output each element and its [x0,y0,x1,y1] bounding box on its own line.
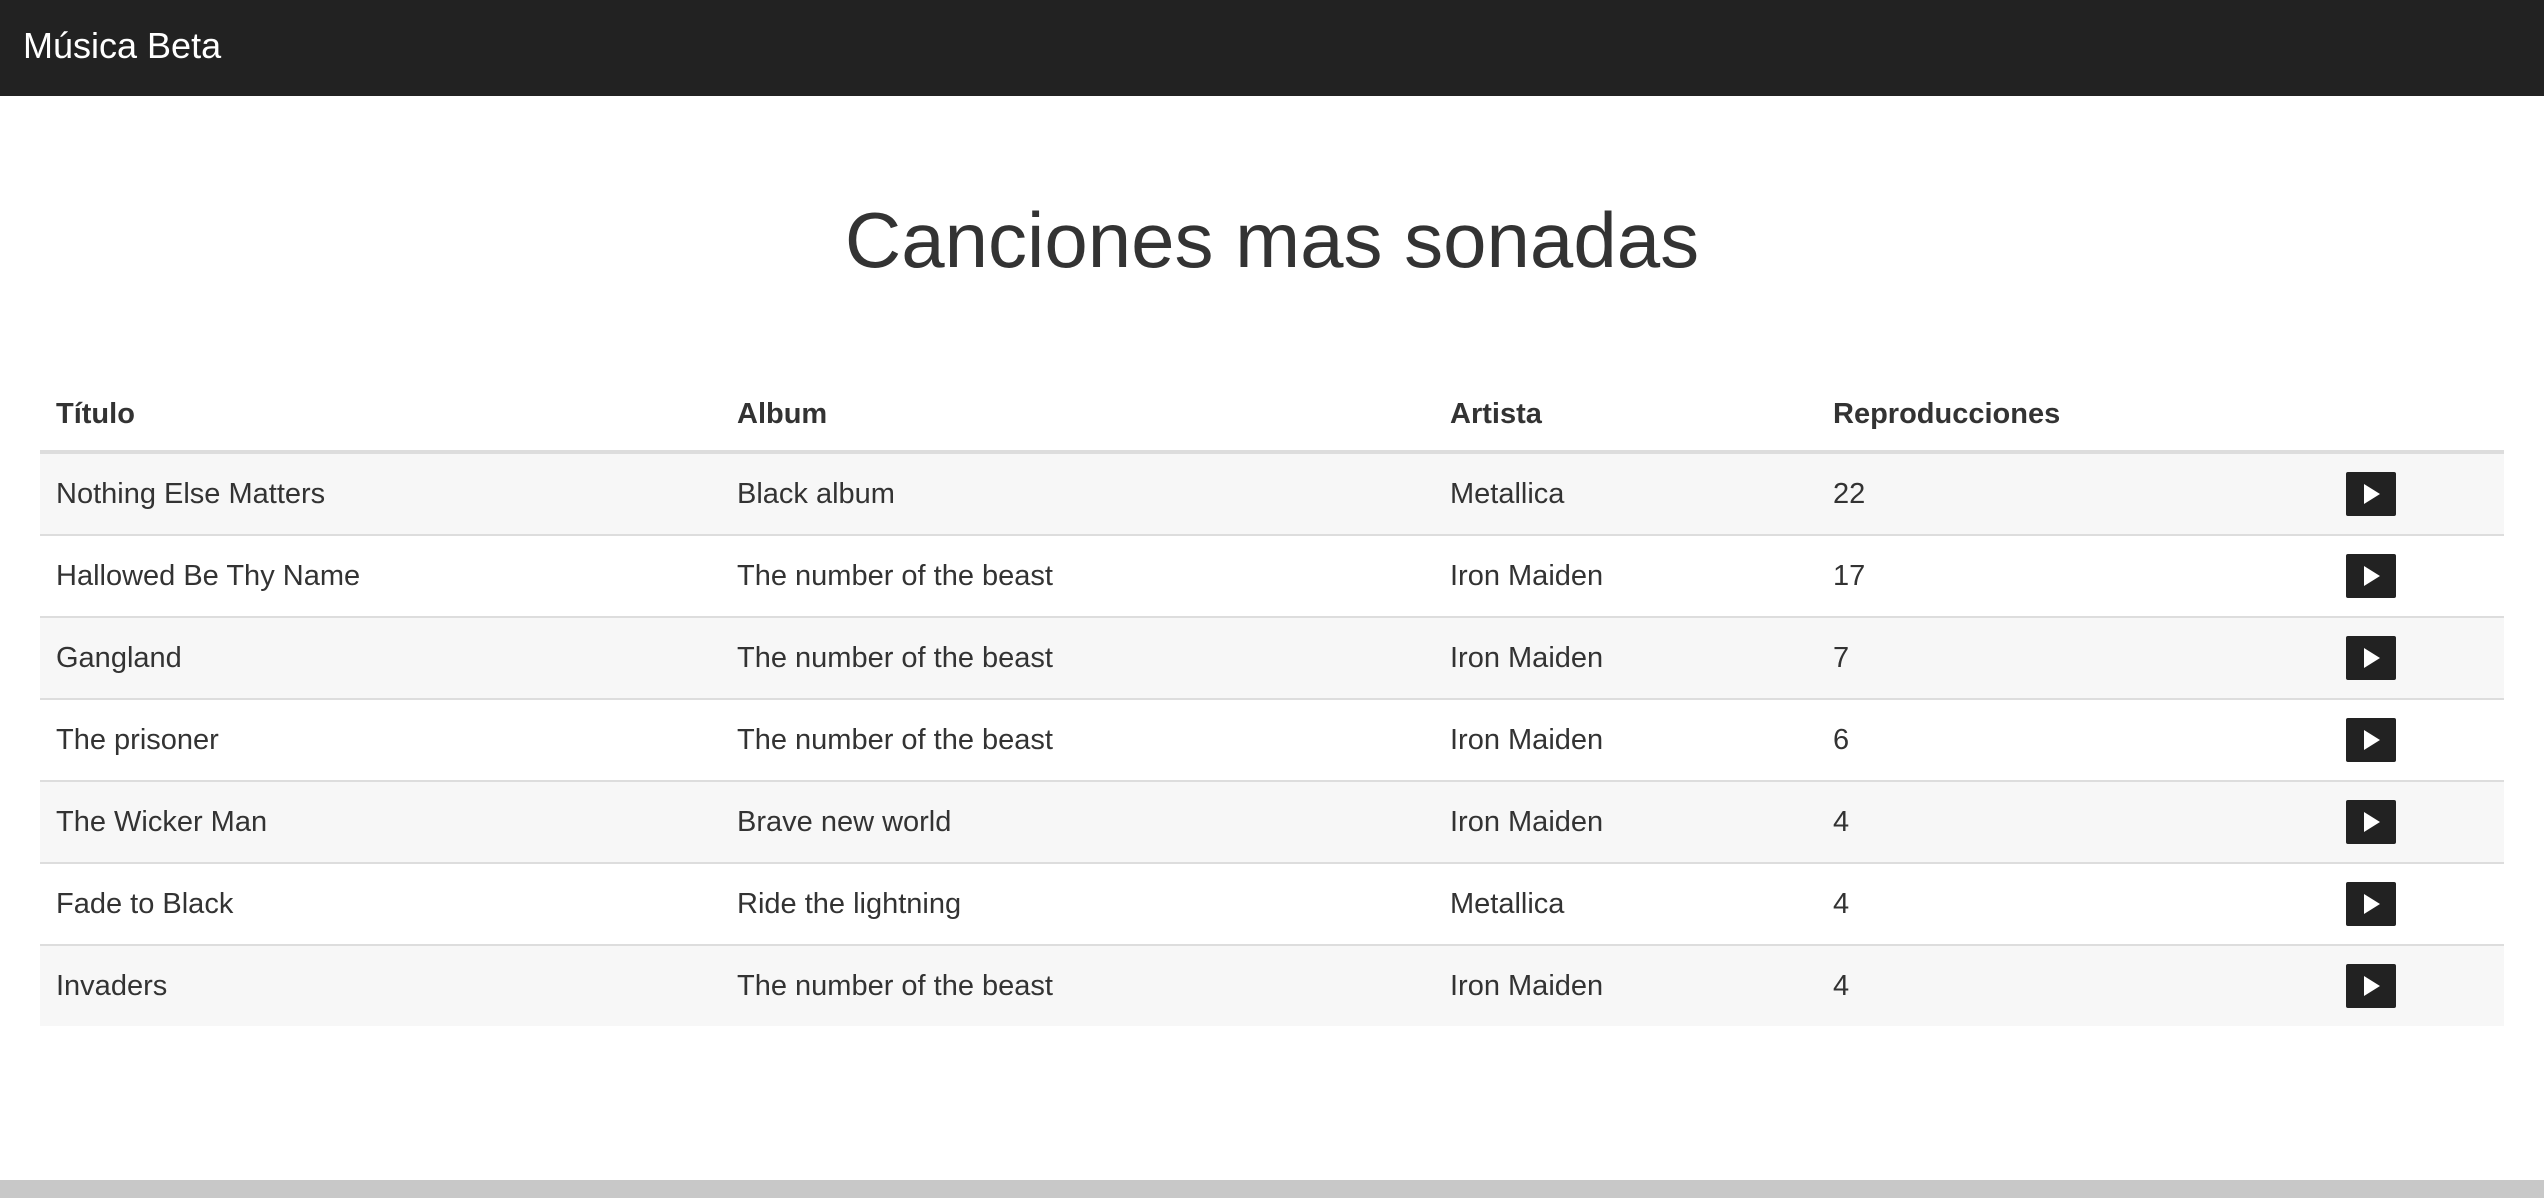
play-icon [2364,566,2380,586]
table-header-row: Título Album Artista Reproducciones [40,378,2504,454]
song-action-cell [2330,781,2504,864]
play-icon [2364,812,2380,832]
play-icon [2364,484,2380,504]
play-button[interactable] [2346,718,2396,762]
song-title-cell: Invaders [40,945,721,1026]
table-row: The Wicker Man Brave new world Iron Maiden… [40,781,2504,864]
song-album-cell: The number of the beast [721,617,1434,700]
navbar: Música Beta [0,0,2544,96]
song-title-cell: Nothing Else Matters [40,452,721,536]
play-button[interactable] [2346,472,2396,516]
play-button[interactable] [2346,800,2396,844]
header-album: Album [721,378,1434,454]
song-title-cell: The Wicker Man [40,781,721,864]
song-plays-cell: 4 [1817,781,2330,864]
song-title-cell: Fade to Black [40,863,721,946]
page-title: Canciones mas sonadas [844,196,1700,284]
table-row: Gangland The number of the beast Iron Maid… [40,617,2504,700]
song-album-cell: The number of the beast [721,535,1434,618]
song-title-cell: Hallowed Be Thy Name [40,535,721,618]
table-row: Fade to Black Ride the lightning Metallica… [40,863,2504,946]
song-artist-cell: Iron Maiden [1434,535,1817,618]
song-plays-cell: 4 [1817,863,2330,946]
song-album-cell: Black album [721,452,1434,536]
play-icon [2364,976,2380,996]
song-artist-cell: Iron Maiden [1434,617,1817,700]
footer-bar [0,1180,2544,1198]
song-album-cell: The number of the beast [721,945,1434,1026]
play-icon [2364,894,2380,914]
header-plays: Reproducciones [1817,378,2330,454]
header-action [2330,378,2504,454]
song-title-cell: The prisoner [40,699,721,782]
song-artist-cell: Iron Maiden [1434,781,1817,864]
play-button[interactable] [2346,882,2396,926]
table-row: Nothing Else Matters Black album Metallica… [40,452,2504,536]
play-icon [2364,730,2380,750]
brand-link[interactable]: Música Beta [23,22,221,70]
song-plays-cell: 17 [1817,535,2330,618]
songs-table: Título Album Artista Reproducciones Noth… [40,378,2504,1026]
song-album-cell: The number of the beast [721,699,1434,782]
song-artist-cell: Iron Maiden [1434,699,1817,782]
play-button[interactable] [2346,964,2396,1008]
play-icon [2364,648,2380,668]
song-album-cell: Ride the lightning [721,863,1434,946]
song-plays-cell: 4 [1817,945,2330,1026]
song-plays-cell: 22 [1817,452,2330,536]
play-button[interactable] [2346,636,2396,680]
song-action-cell [2330,699,2504,782]
table-row: Invaders The number of the beast Iron Maid… [40,945,2504,1026]
song-title-cell: Gangland [40,617,721,700]
song-artist-cell: Metallica [1434,452,1817,536]
song-action-cell [2330,535,2504,618]
table-row: Hallowed Be Thy Name The number of the be… [40,535,2504,618]
song-artist-cell: Metallica [1434,863,1817,946]
play-button[interactable] [2346,554,2396,598]
table-row: The prisoner The number of the beast Iron … [40,699,2504,782]
song-action-cell [2330,617,2504,700]
song-action-cell [2330,863,2504,946]
header-artist: Artista [1434,378,1817,454]
song-action-cell [2330,452,2504,536]
song-plays-cell: 6 [1817,699,2330,782]
song-artist-cell: Iron Maiden [1434,945,1817,1026]
song-action-cell [2330,945,2504,1026]
header-title: Título [40,378,721,454]
song-plays-cell: 7 [1817,617,2330,700]
song-album-cell: Brave new world [721,781,1434,864]
